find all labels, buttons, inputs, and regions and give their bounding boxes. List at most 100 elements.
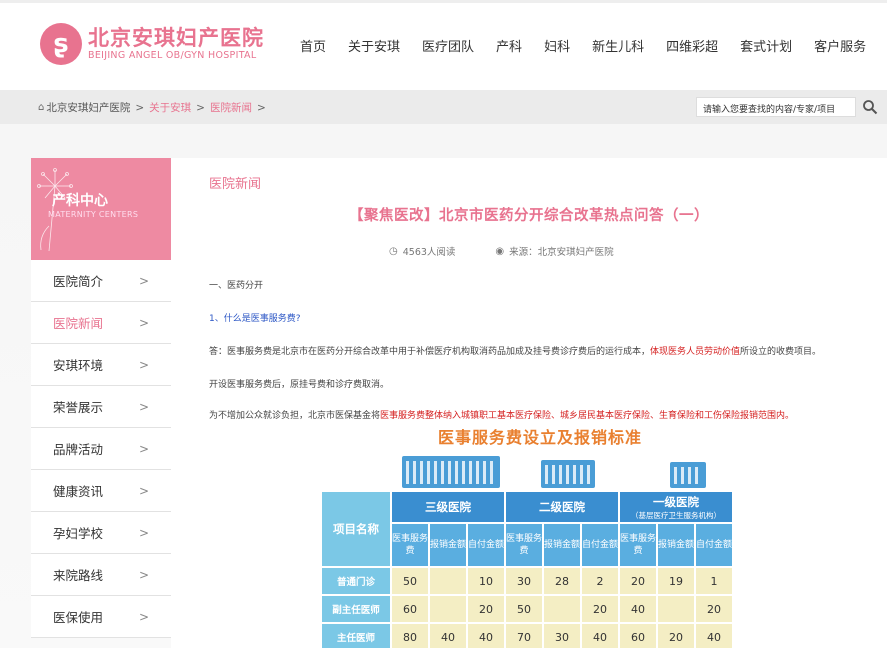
cell-value: [430, 568, 466, 594]
cell-value: 40: [468, 624, 504, 648]
search-input[interactable]: 请输入您要查找的内容/专家/项目: [696, 97, 856, 117]
row-name: 副主任医师: [322, 596, 390, 622]
cell-value: 19: [658, 568, 694, 594]
logo-text: 北京安琪妇产医院 BEIJING ANGEL OB/GYN HOSPITAL: [88, 26, 264, 62]
sub-header: 医事服务费: [506, 524, 542, 566]
level-tertiary: 三级医院: [392, 492, 504, 522]
cell-value: 28: [544, 568, 580, 594]
nav-home[interactable]: 首页: [300, 36, 326, 55]
sub-header: 医事服务费: [392, 524, 428, 566]
nav-gynecology[interactable]: 妇科: [544, 36, 570, 55]
article-meta: ◷ 4563人阅读 ◉ 来源：北京安琪妇产医院: [389, 244, 614, 259]
level-primary: 一级医院 （基层医疗卫生服务机构）: [620, 492, 732, 522]
chevron-right-icon: >: [138, 399, 149, 414]
paragraph-answer: 答：医事服务费是北京市在医药分开综合改革中用于补偿医疗机构取消药品加成及挂号费诊…: [209, 347, 822, 357]
sidebar-item-label: 医院新闻: [53, 316, 104, 331]
logo-en: BEIJING ANGEL OB/GYN HOSPITAL: [88, 50, 257, 61]
nav-obstetrics[interactable]: 产科: [496, 36, 522, 55]
level-secondary: 二级医院: [506, 492, 618, 522]
sidebar-item-label: 医院简介: [53, 274, 104, 289]
hospital-building-icon: [541, 460, 595, 488]
search-icon[interactable]: [862, 99, 878, 115]
breadcrumb-news[interactable]: 医院新闻: [210, 100, 252, 115]
cell-value: 80: [392, 624, 428, 648]
nav-neonatal[interactable]: 新生儿科: [592, 36, 644, 55]
sidebar-item-label: 健康资讯: [53, 484, 104, 499]
sidebar-item-directions[interactable]: 来院路线 >: [31, 554, 171, 596]
sub-header: 自付金额: [468, 524, 504, 566]
sub-header: 自付金额: [696, 524, 732, 566]
eye-icon: ◉: [495, 245, 505, 257]
sidebar-item-label: 孕妇学校: [53, 526, 104, 541]
chevron-right-icon: >: [138, 483, 149, 498]
hospital-building-icon: [402, 456, 500, 488]
sidebar-item-environment[interactable]: 安琪环境 >: [31, 344, 171, 386]
site-header: ʂ 北京安琪妇产医院 BEIJING ANGEL OB/GYN HOSPITAL…: [0, 0, 887, 90]
nav-team[interactable]: 医疗团队: [422, 36, 474, 55]
sidebar-title: 产科中心: [52, 193, 108, 209]
cell-value: [430, 596, 466, 622]
sub-header: 报销金额: [430, 524, 466, 566]
nav-customer-service[interactable]: 客户服务: [814, 36, 866, 55]
sidebar-item-brand-events[interactable]: 品牌活动 >: [31, 428, 171, 470]
table-row: 副主任医师 60 20 50 20 40 20: [322, 596, 732, 622]
sub-header: 自付金额: [582, 524, 618, 566]
cell-value: 20: [696, 596, 732, 622]
site-logo[interactable]: ʂ 北京安琪妇产医院 BEIJING ANGEL OB/GYN HOSPITAL: [40, 23, 264, 65]
row-name: 主任医师: [322, 624, 390, 648]
nav-package-plan[interactable]: 套式计划: [740, 36, 792, 55]
table-row: 普通门诊 50 10 30 28 2 20 19 1: [322, 568, 732, 594]
chevron-right-icon: >: [138, 567, 149, 582]
breadcrumb: ⌂ 北京安琪妇产医院 > 关于安琪 > 医院新闻 >: [38, 100, 271, 115]
chevron-right-icon: >: [138, 273, 149, 288]
table-row: 主任医师 80 40 40 70 30 40 60 20 40: [322, 624, 732, 648]
breadcrumb-separator: >: [135, 101, 145, 114]
sub-header: 报销金额: [658, 524, 694, 566]
cell-value: 10: [468, 568, 504, 594]
breadcrumb-separator: >: [256, 101, 266, 114]
breadcrumb-about[interactable]: 关于安琪: [149, 100, 191, 115]
cell-value: 40: [620, 596, 656, 622]
cell-value: [544, 596, 580, 622]
sidebar-subtitle: MATERNITY CENTERS: [48, 210, 139, 219]
cell-value: 20: [658, 624, 694, 648]
sidebar-item-intro[interactable]: 医院简介 >: [31, 260, 171, 302]
cell-value: 30: [544, 624, 580, 648]
cell-value: 1: [696, 568, 732, 594]
sidebar-item-news[interactable]: 医院新闻 >: [31, 302, 171, 344]
sidebar-item-insurance[interactable]: 医保使用 >: [31, 596, 171, 638]
cell-value: 2: [582, 568, 618, 594]
paragraph-question: 1、什么是医事服务费?: [209, 314, 301, 324]
sidebar-item-honors[interactable]: 荣誉展示 >: [31, 386, 171, 428]
logo-cn: 北京安琪妇产医院: [88, 26, 264, 50]
nav-4d-ultrasound[interactable]: 四维彩超: [666, 36, 718, 55]
cell-value: 50: [392, 568, 428, 594]
sidebar-menu: 医院简介 > 医院新闻 > 安琪环境 > 荣誉展示 > 品牌活动 > 健康资讯 …: [31, 260, 171, 638]
chevron-right-icon: >: [138, 315, 149, 330]
cell-value: 40: [582, 624, 618, 648]
paragraph-heading: 一、医药分开: [209, 281, 264, 291]
home-icon: ⌂: [38, 102, 45, 113]
article-source: 来源：北京安琪妇产医院: [509, 247, 614, 258]
cell-value: 20: [468, 596, 504, 622]
hospital-building-icon: [670, 462, 706, 488]
view-count: 4563人阅读: [402, 247, 456, 258]
cell-value: 20: [582, 596, 618, 622]
row-name: 普通门诊: [322, 568, 390, 594]
cell-value: 60: [620, 624, 656, 648]
logo-mark-icon: ʂ: [40, 23, 82, 65]
sidebar-item-pregnancy-school[interactable]: 孕妇学校 >: [31, 512, 171, 554]
breadcrumb-home[interactable]: 北京安琪妇产医院: [46, 100, 130, 115]
sidebar-item-label: 荣誉展示: [53, 400, 104, 415]
clock-icon: ◷: [389, 245, 398, 257]
infographic-title: 医事服务费设立及报销标准: [438, 428, 643, 447]
cell-value: [658, 596, 694, 622]
nav-about[interactable]: 关于安琪: [348, 36, 400, 55]
cell-value: 70: [506, 624, 542, 648]
sidebar-item-health-info[interactable]: 健康资讯 >: [31, 470, 171, 512]
paragraph-insurance: 为不增加公众就诊负担，北京市医保基金将医事服务费整体纳入城镇职工基本医疗保险、城…: [209, 411, 795, 421]
cell-value: 60: [392, 596, 428, 622]
sub-header: 报销金额: [544, 524, 580, 566]
sub-header: 医事服务费: [620, 524, 656, 566]
article-title: 【聚焦医改】北京市医药分开综合改革热点问答（一）: [349, 208, 709, 224]
